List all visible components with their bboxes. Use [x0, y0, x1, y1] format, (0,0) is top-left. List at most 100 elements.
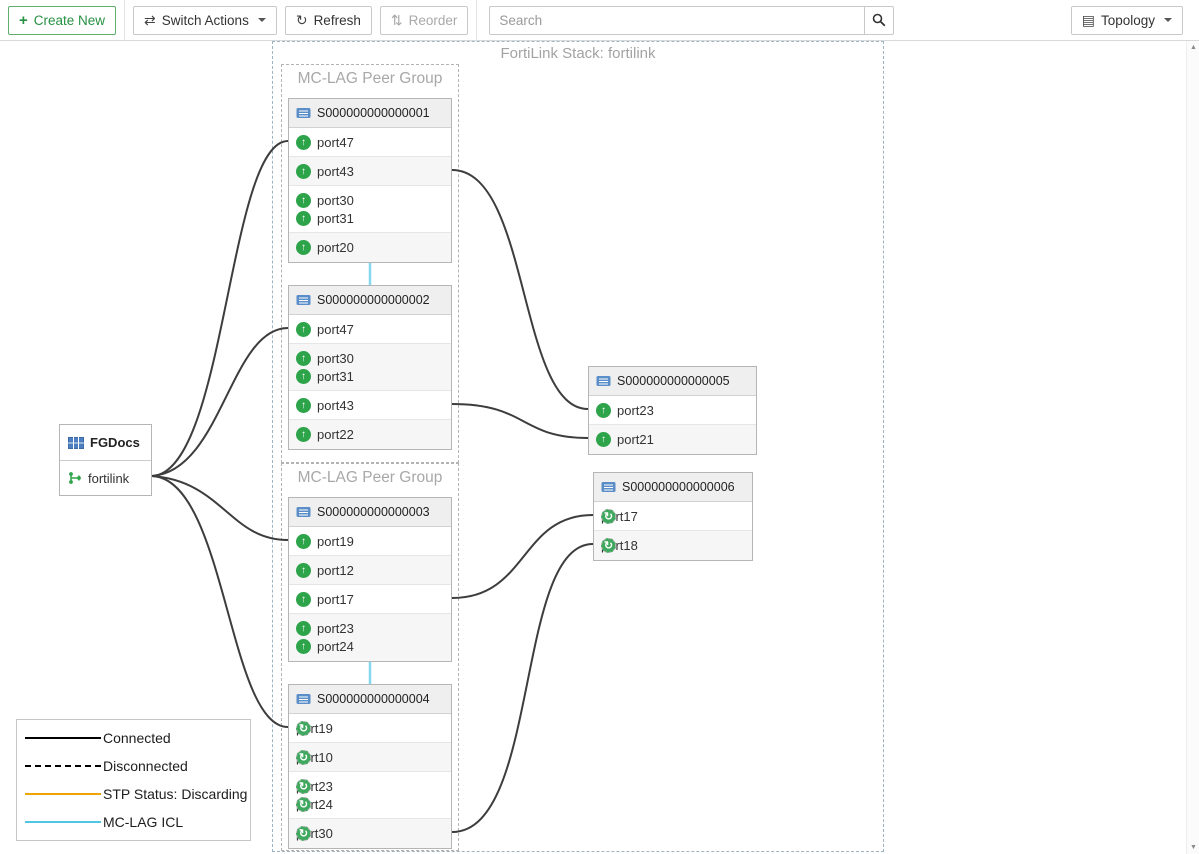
- port-row[interactable]: ↑ port22: [289, 420, 451, 449]
- fortilink-row[interactable]: fortilink: [60, 460, 151, 495]
- port-row[interactable]: ↻ port23 ↻ port24: [289, 772, 451, 819]
- port-row[interactable]: ↻ port19: [289, 714, 451, 743]
- connection-line: [152, 476, 288, 540]
- topology-label: Topology: [1101, 13, 1155, 28]
- port-line: ↑ port31: [296, 211, 354, 226]
- scroll-up-icon[interactable]: ▲: [1187, 44, 1199, 51]
- port-row[interactable]: ↑ port20: [289, 233, 451, 262]
- port-up-icon: ↑: [296, 398, 311, 413]
- plus-icon: +: [19, 12, 28, 29]
- port-row[interactable]: ↑ port47: [289, 315, 451, 344]
- switch-header[interactable]: S000000000000005: [589, 367, 756, 396]
- port-row[interactable]: ↑ port30 ↑ port31: [289, 186, 451, 233]
- port-row[interactable]: ↻ port17: [594, 502, 752, 531]
- port-row[interactable]: ↑ port12: [289, 556, 451, 585]
- reorder-button[interactable]: ⇅ Reorder: [380, 6, 469, 35]
- port-row[interactable]: ↑ port43: [289, 157, 451, 186]
- switch-header[interactable]: S000000000000003: [289, 498, 451, 527]
- port-line: ↻ port24: [296, 797, 333, 812]
- port-mclag-icon: ↻: [296, 721, 311, 736]
- reorder-label: Reorder: [409, 13, 458, 28]
- search-button[interactable]: [865, 6, 894, 35]
- port-row[interactable]: ↻ port10: [289, 743, 451, 772]
- port-mclag-icon: ↻: [296, 779, 311, 794]
- chevron-down-icon: [258, 18, 266, 22]
- switch-icon: [296, 107, 311, 119]
- port-label: port21: [617, 432, 654, 447]
- port-up-icon: ↑: [296, 592, 311, 607]
- legend-label: MC-LAG ICL: [103, 814, 183, 830]
- switch-node-s2[interactable]: S000000000000002 ↑ port47 ↑ port30 ↑ por…: [288, 285, 452, 450]
- port-row[interactable]: ↑ port47: [289, 128, 451, 157]
- port-row[interactable]: ↑ port19: [289, 527, 451, 556]
- switch-icon: [296, 506, 311, 518]
- switch-header[interactable]: S000000000000004: [289, 685, 451, 714]
- switch-node-s6[interactable]: S000000000000006 ↻ port17 ↻ port18: [593, 472, 753, 561]
- port-mclag-icon: ↻: [601, 509, 616, 524]
- port-up-icon: ↑: [296, 211, 311, 226]
- switch-name: S000000000000005: [617, 374, 730, 388]
- port-label: port43: [317, 164, 354, 179]
- scroll-down-icon[interactable]: ▼: [1187, 844, 1199, 851]
- create-new-label: Create New: [34, 13, 105, 28]
- switch-node-s1[interactable]: S000000000000001 ↑ port47 ↑ port43 ↑ por…: [288, 98, 452, 263]
- refresh-button[interactable]: ↻ Refresh: [285, 6, 372, 35]
- toolbar-separator: [124, 0, 125, 41]
- port-row[interactable]: ↑ port23 ↑ port24: [289, 614, 451, 661]
- port-up-icon: ↑: [296, 240, 311, 255]
- switch-header[interactable]: S000000000000006: [594, 473, 752, 502]
- topology-icon: ▤: [1082, 12, 1095, 29]
- port-mclag-icon: ↻: [296, 750, 311, 765]
- port-up-icon: ↑: [296, 621, 311, 636]
- switch-header[interactable]: S000000000000002: [289, 286, 451, 315]
- fortigate-icon: [68, 437, 84, 449]
- port-row[interactable]: ↑ port21: [589, 425, 756, 454]
- switch-actions-button[interactable]: ⇄ Switch Actions: [133, 6, 277, 35]
- port-row[interactable]: ↑ port30 ↑ port31: [289, 344, 451, 391]
- port-line: ↑ port24: [296, 639, 354, 654]
- port-label: port30: [317, 351, 354, 366]
- switch-actions-icon: ⇄: [144, 12, 156, 29]
- switch-node-s4[interactable]: S000000000000004 ↻ port19 ↻ port10 ↻ por…: [288, 684, 452, 849]
- port-label: port24: [317, 639, 354, 654]
- port-line: ↑ port30: [296, 351, 354, 366]
- port-up-icon: ↑: [296, 164, 311, 179]
- search-input[interactable]: [489, 6, 865, 35]
- port-up-icon: ↑: [296, 322, 311, 337]
- topology-page: + Create New ⇄ Switch Actions ↻ Refresh …: [0, 0, 1199, 854]
- port-up-icon: ↑: [296, 563, 311, 578]
- fortilink-branch-icon: [68, 471, 82, 485]
- fortigate-node[interactable]: FGDocs fortilink: [59, 424, 152, 496]
- mclag-group-title: MC-LAG Peer Group: [282, 469, 458, 487]
- switch-actions-label: Switch Actions: [162, 13, 249, 28]
- port-label: port43: [317, 398, 354, 413]
- port-up-icon: ↑: [596, 403, 611, 418]
- port-row[interactable]: ↻ port30: [289, 819, 451, 848]
- toolbar-separator: [476, 0, 477, 41]
- port-row[interactable]: ↑ port43: [289, 391, 451, 420]
- switch-node-s5[interactable]: S000000000000005 ↑ port23 ↑ port21: [588, 366, 757, 455]
- port-up-icon: ↑: [296, 369, 311, 384]
- topology-dropdown-button[interactable]: ▤ Topology: [1071, 6, 1183, 35]
- port-label: port31: [317, 369, 354, 384]
- port-mclag-icon: ↻: [296, 797, 311, 812]
- port-row[interactable]: ↻ port18: [594, 531, 752, 560]
- port-row[interactable]: ↑ port23: [589, 396, 756, 425]
- port-row[interactable]: ↑ port17: [289, 585, 451, 614]
- legend-label: Disconnected: [103, 758, 188, 774]
- switch-header[interactable]: S000000000000001: [289, 99, 451, 128]
- switch-name: S000000000000003: [317, 505, 430, 519]
- switch-node-s3[interactable]: S000000000000003 ↑ port19 ↑ port12 ↑ por…: [288, 497, 452, 662]
- port-mclag-icon: ↻: [296, 826, 311, 841]
- legend-item-disconnected: Disconnected: [25, 758, 244, 774]
- port-up-icon: ↑: [596, 432, 611, 447]
- switch-name: S000000000000002: [317, 293, 430, 307]
- create-new-button[interactable]: + Create New: [8, 6, 116, 35]
- fortigate-row[interactable]: FGDocs: [60, 425, 151, 460]
- vertical-scrollbar[interactable]: ▲ ▼: [1186, 41, 1199, 854]
- port-up-icon: ↑: [296, 135, 311, 150]
- port-line: ↑ port23: [296, 621, 354, 636]
- port-up-icon: ↑: [296, 427, 311, 442]
- legend-line-stp: [25, 792, 101, 796]
- refresh-label: Refresh: [314, 13, 361, 28]
